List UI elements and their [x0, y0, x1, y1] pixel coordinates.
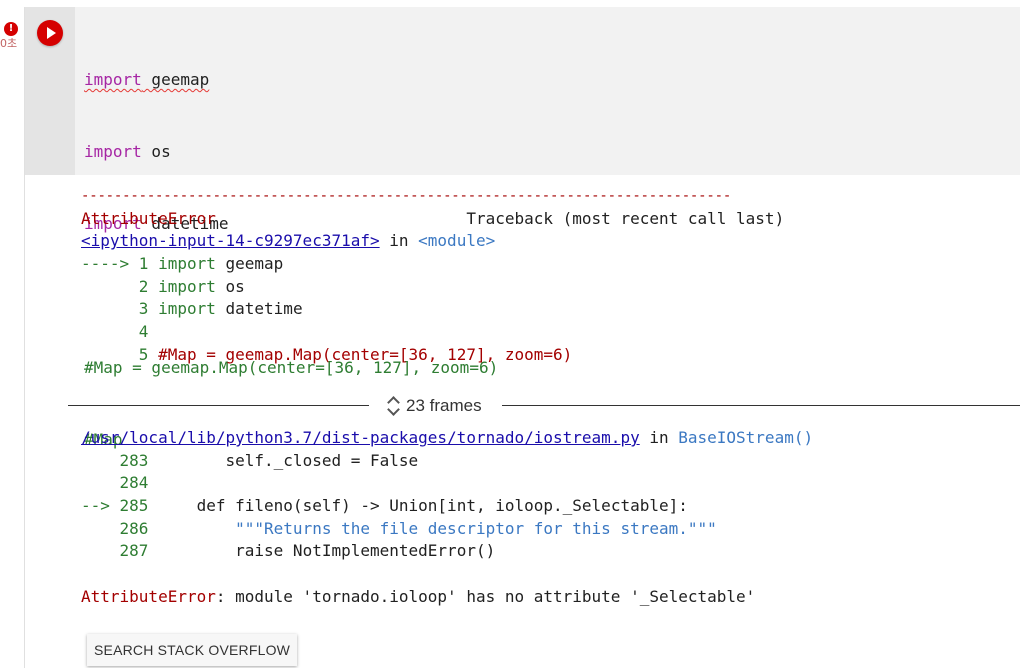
error-icon: !	[4, 22, 18, 36]
code-text: os	[215, 276, 245, 296]
line-number: 2	[138, 276, 149, 296]
keyword: import	[84, 70, 142, 89]
in-word: in	[639, 428, 679, 447]
code-text: self._closed	[148, 450, 351, 470]
divider	[502, 405, 1020, 406]
line-number: 5	[138, 344, 149, 364]
expand-collapse-icon	[386, 395, 400, 417]
frame-location: <ipython-input-14-c9297ec371af> in <modu…	[81, 230, 1020, 253]
error-message: : module 'tornado.ioloop' has no attribu…	[215, 586, 756, 606]
source-line-285: --> 285 def fileno(self) -> Union[int, i…	[81, 495, 1020, 518]
line-number	[81, 345, 139, 364]
keyword: import	[158, 299, 216, 319]
module-name: geemap	[141, 70, 210, 89]
search-stack-overflow-button[interactable]: SEARCH STACK OVERFLOW	[87, 634, 298, 666]
line-number	[81, 322, 139, 341]
line-number	[81, 277, 139, 296]
final-error-line: AttributeError: module 'tornado.ioloop' …	[81, 586, 1020, 609]
in-word: in	[379, 231, 419, 251]
line-number: 283	[81, 450, 149, 470]
code-text: #Map = geemap.Map(center=[36, 127], zoom…	[158, 344, 573, 364]
source-line: 2 import os	[81, 276, 1020, 299]
run-cell-button[interactable]	[37, 20, 63, 46]
traceback-separator: ----------------------------------------…	[81, 188, 732, 204]
source-line: 5 #Map = geemap.Map(center=[36, 127], zo…	[81, 344, 1020, 367]
cell-output: ----------------------------------------…	[81, 185, 1020, 389]
code-line-2: import os	[84, 140, 498, 164]
source-line-283: 283 self._closed = False	[81, 450, 1020, 473]
line-number: 1	[138, 254, 149, 274]
line-number	[81, 299, 139, 318]
current-line-arrow: ---->	[81, 254, 139, 274]
line-number: 4	[138, 322, 149, 342]
line-number: 284	[81, 473, 149, 493]
source-line: 4	[81, 321, 1020, 344]
input-cell-link[interactable]: <ipython-input-14-c9297ec371af>	[81, 231, 380, 250]
code-text: False	[360, 450, 419, 470]
error-name: AttributeError	[81, 586, 216, 606]
code-text: geemap	[215, 254, 284, 274]
module-name: os	[141, 142, 171, 161]
line-number: 286	[81, 518, 149, 538]
module-ref: <module>	[418, 231, 496, 251]
cell-status-column: ! 0초	[0, 0, 24, 668]
keyword: import	[158, 276, 216, 296]
expand-frames-toggle[interactable]: 23 frames	[386, 392, 482, 420]
code-editor[interactable]: import geemap import os import datetime …	[75, 7, 1020, 449]
current-line-arrow: --> 285	[81, 496, 149, 516]
source-line-286: 286 """Returns the file descriptor for t…	[81, 518, 1020, 541]
frame-location: /usr/local/lib/python3.7/dist-packages/t…	[81, 427, 1020, 450]
execution-time: 0초	[0, 37, 18, 50]
code-text: def fileno(self) -> Union[int, ioloop._S…	[148, 496, 688, 516]
frame-2-output: /usr/local/lib/python3.7/dist-packages/t…	[81, 427, 1020, 609]
keyword: import	[158, 254, 216, 274]
line-number: 287	[81, 541, 149, 561]
frames-count: 23 frames	[406, 396, 482, 415]
collapsed-frames-row: 23 frames	[68, 392, 1020, 420]
code-cell: import geemap import os import datetime …	[24, 7, 1020, 668]
divider	[68, 405, 369, 406]
error-name: AttributeError	[81, 208, 216, 228]
code-text: datetime	[215, 299, 303, 319]
code-text: raise NotImplementedError()	[148, 541, 496, 561]
cell-gutter	[25, 7, 75, 175]
source-line: 3 import datetime	[81, 298, 1020, 321]
line-number: 3	[138, 299, 149, 319]
keyword: import	[84, 142, 142, 161]
source-line-284: 284	[81, 472, 1020, 495]
file-link[interactable]: /usr/local/lib/python3.7/dist-packages/t…	[81, 428, 640, 447]
code-line-1: import geemap	[84, 68, 498, 92]
docstring: """Returns the file descriptor for this …	[148, 518, 717, 538]
class-ref: BaseIOStream()	[678, 428, 814, 447]
operator: =	[350, 450, 361, 470]
source-line: ----> 1 import geemap	[81, 253, 1020, 276]
traceback-title: Traceback (most recent call last)	[466, 208, 785, 228]
source-line-287: 287 raise NotImplementedError()	[81, 540, 1020, 563]
traceback-header: AttributeError Traceback (most recent ca…	[81, 208, 1020, 231]
